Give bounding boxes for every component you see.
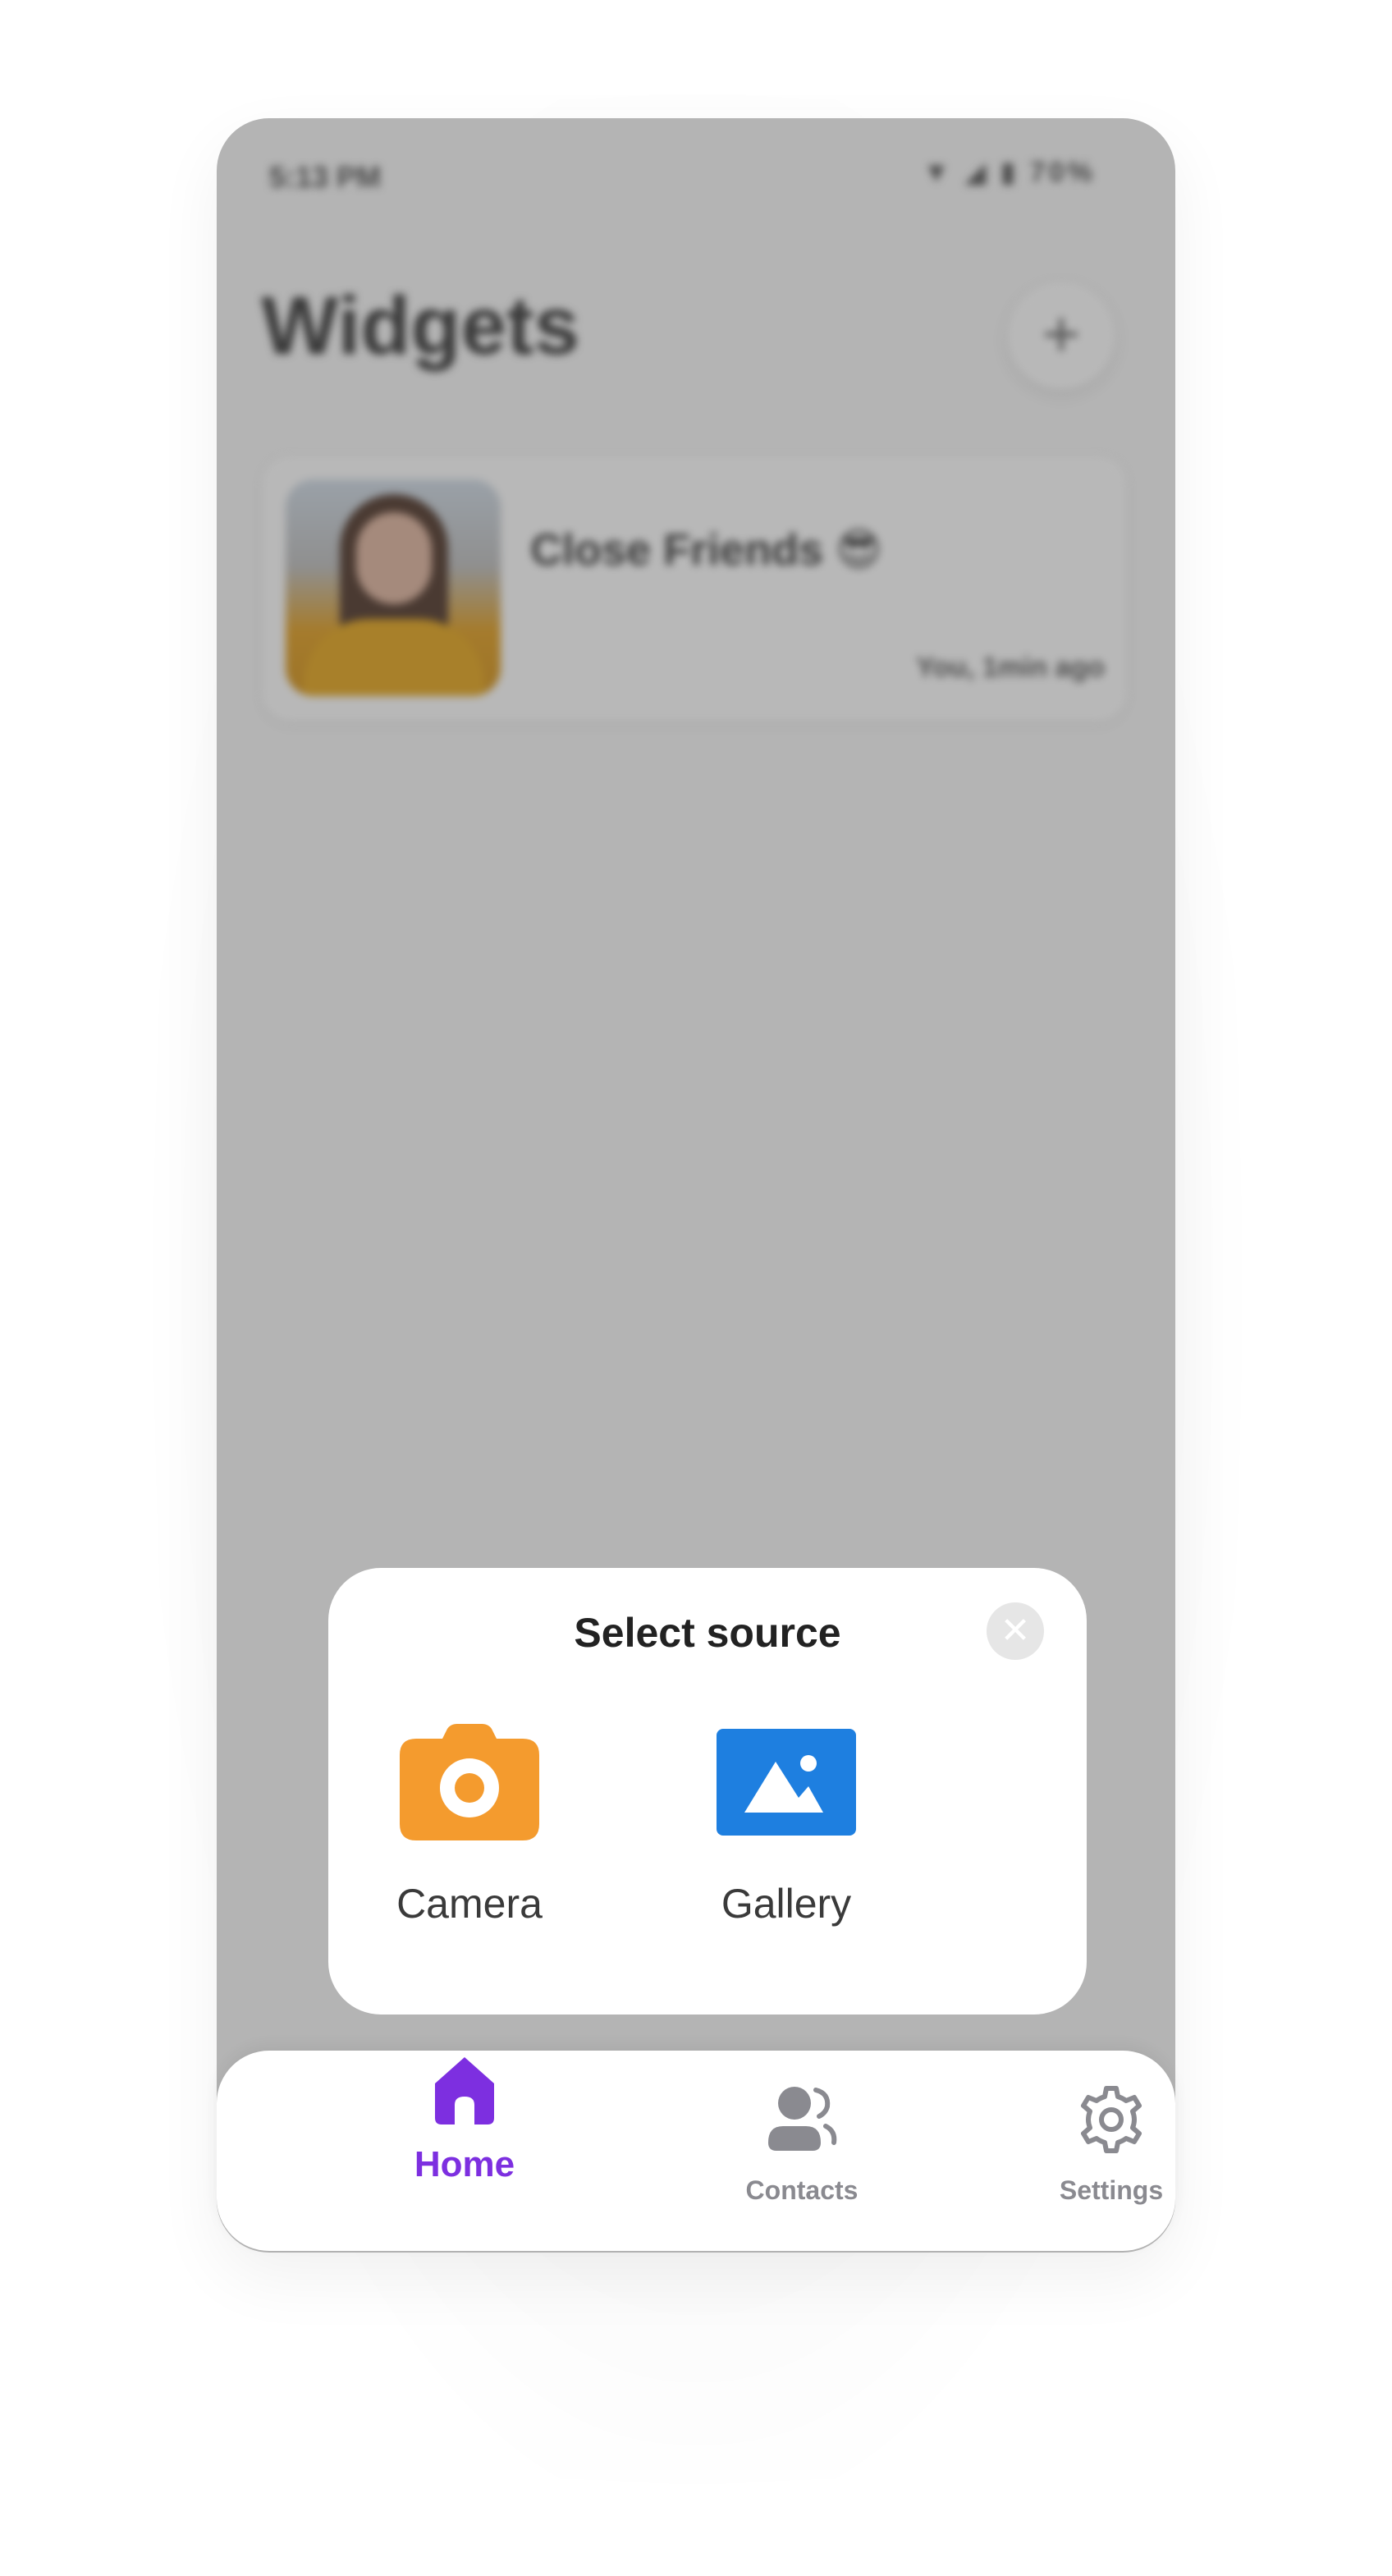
- nav-label-settings: Settings: [1059, 2175, 1164, 2205]
- widget-card[interactable]: Close Friends 😎 You, 1min ago: [263, 456, 1126, 721]
- status-icons: ▼ ◢ ▮ 70%: [923, 156, 1096, 189]
- signal-icon: ◢: [964, 157, 990, 188]
- nav-item-contacts[interactable]: Contacts: [695, 2051, 909, 2251]
- camera-option[interactable]: Camera: [363, 1724, 576, 1937]
- battery-percent: 70%: [1029, 157, 1096, 188]
- battery-icon: ▮: [1000, 157, 1019, 188]
- wifi-icon: ▼: [923, 157, 954, 188]
- gallery-option[interactable]: Gallery: [680, 1724, 893, 1937]
- gear-icon: [1081, 2086, 1142, 2153]
- home-icon: [435, 2057, 494, 2125]
- contacts-icon: [768, 2087, 837, 2151]
- widget-title: Close Friends 😎: [530, 525, 882, 575]
- widget-thumbnail: [286, 479, 501, 696]
- gallery-icon: [717, 1729, 856, 1836]
- nav-item-home[interactable]: Home: [358, 2051, 571, 2251]
- bottom-navigation: Home Contacts Settings: [217, 2051, 1175, 2251]
- widget-meta: You, 1min ago: [916, 652, 1105, 683]
- close-button[interactable]: ✕: [987, 1602, 1044, 1660]
- nav-label-home: Home: [414, 2144, 515, 2184]
- nav-label-contacts: Contacts: [745, 2175, 859, 2205]
- dialog-title: Select source: [574, 1610, 841, 1656]
- camera-icon: [400, 1724, 539, 1840]
- page-title: Widgets: [261, 280, 579, 372]
- select-source-dialog: Select source ✕ Camera Gallery: [328, 1568, 1087, 2015]
- camera-label: Camera: [396, 1881, 543, 1927]
- nav-item-settings[interactable]: Settings: [1005, 2051, 1218, 2251]
- add-widget-button[interactable]: +: [1008, 282, 1115, 389]
- status-time: 5:13 PM: [269, 160, 382, 194]
- gallery-label: Gallery: [721, 1881, 852, 1927]
- screen: 5:13 PM ▼ ◢ ▮ 70% Widgets + Close Friend…: [0, 0, 1392, 2576]
